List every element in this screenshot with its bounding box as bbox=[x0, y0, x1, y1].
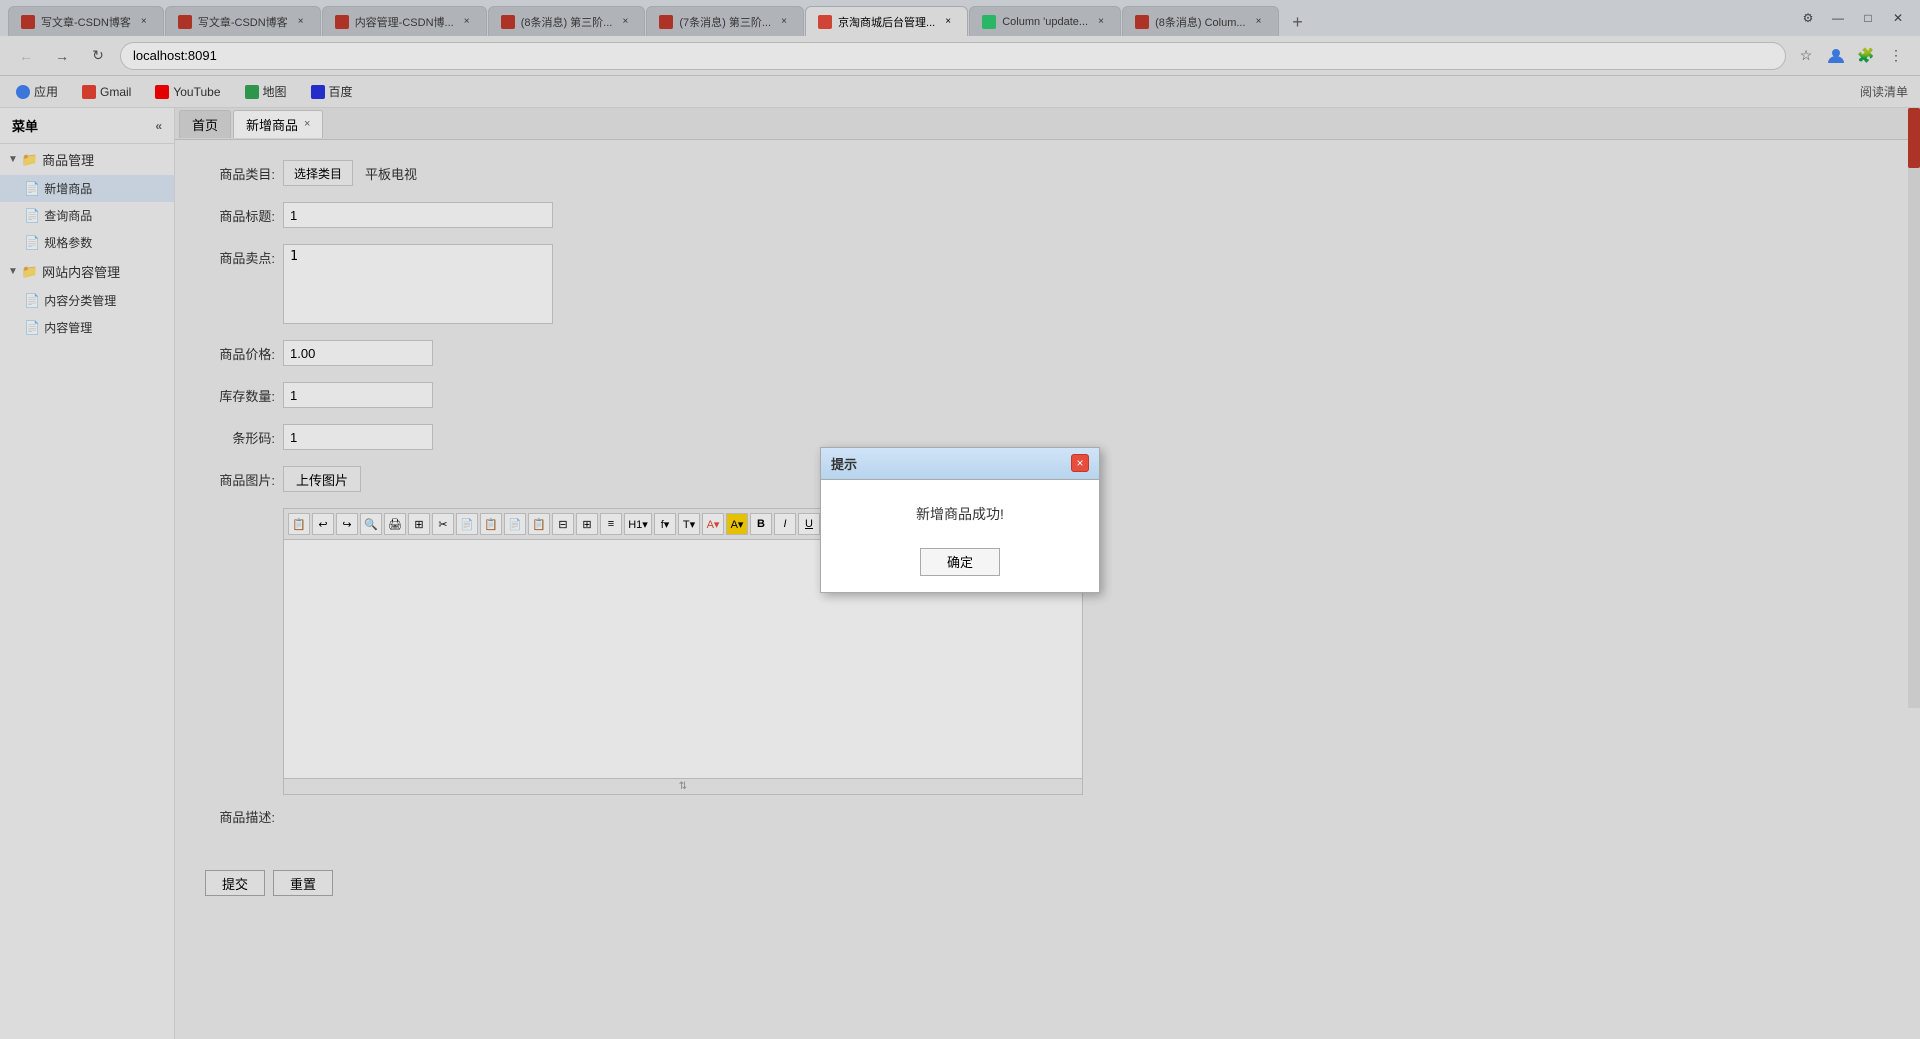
modal-header: 提示 × bbox=[821, 448, 1099, 480]
modal-message: 新增商品成功! bbox=[916, 506, 1004, 522]
alert-dialog: 提示 × 新增商品成功! 确定 bbox=[820, 447, 1100, 593]
modal-close-button[interactable]: × bbox=[1071, 454, 1089, 472]
modal-title: 提示 bbox=[831, 454, 857, 473]
modal-overlay: 提示 × 新增商品成功! 确定 bbox=[0, 0, 1920, 1039]
modal-ok-button[interactable]: 确定 bbox=[920, 548, 1000, 576]
modal-body: 新增商品成功! bbox=[821, 480, 1099, 540]
modal-footer: 确定 bbox=[821, 540, 1099, 592]
